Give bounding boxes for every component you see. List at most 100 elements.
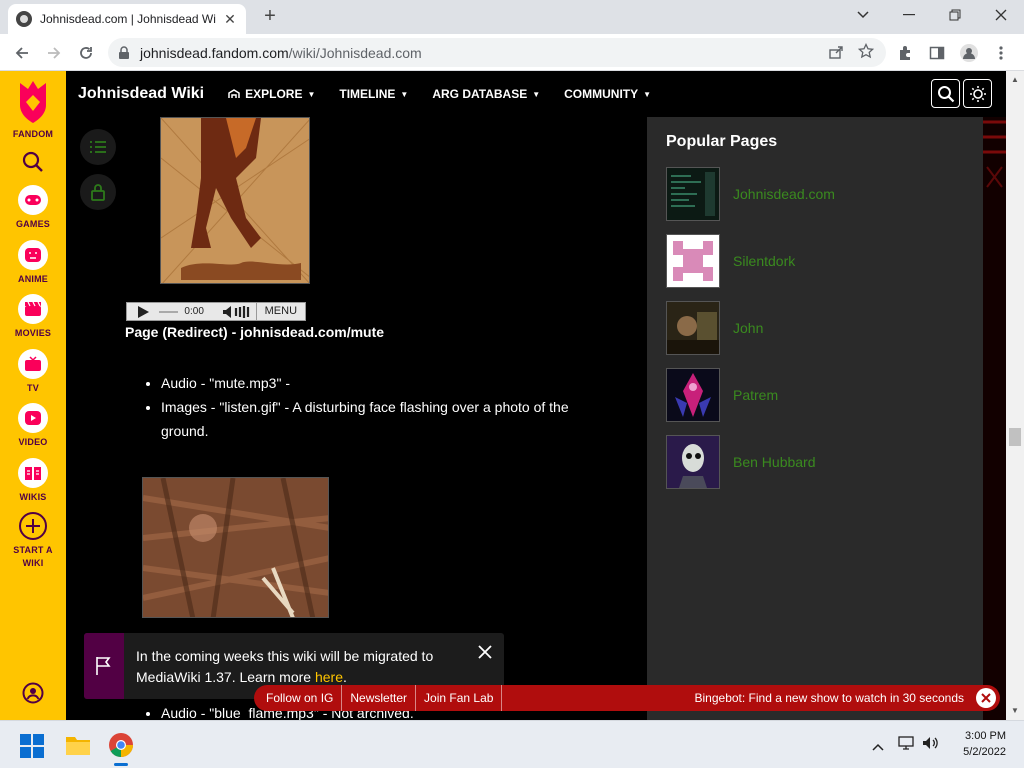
wiki-header: Johnisdead Wiki EXPLORE ▼ TIMELINE ▼ ARG…: [66, 71, 1006, 117]
player-progress[interactable]: [158, 310, 179, 313]
sidebar-item-label: GAMES: [15, 219, 50, 229]
sidebar-item-video[interactable]: VIDEO: [0, 403, 66, 447]
windows-start-icon[interactable]: [20, 734, 44, 763]
reload-icon[interactable]: [74, 41, 98, 65]
forward-arrow-icon[interactable]: [42, 41, 66, 65]
scroll-up-arrow-icon[interactable]: ▲: [1011, 75, 1019, 84]
list-item: Audio - "mute.mp3" -: [161, 371, 611, 395]
bingebot-message[interactable]: Bingebot: Find a new show to watch in 30…: [695, 691, 965, 705]
popular-page-link[interactable]: Ben Hubbard: [733, 454, 816, 470]
popular-page-link[interactable]: Silentdork: [733, 253, 795, 269]
extensions-puzzle-icon[interactable]: [893, 41, 917, 65]
sidebar-item-movies[interactable]: MOVIES: [0, 294, 66, 338]
nav-explore[interactable]: EXPLORE ▼: [228, 87, 315, 101]
lock-icon: [91, 184, 105, 201]
explore-icon: [228, 89, 240, 99]
chevron-down-icon: ▼: [400, 89, 409, 99]
popular-page-link[interactable]: John: [733, 320, 763, 336]
back-arrow-icon[interactable]: [10, 41, 34, 65]
lock-page-button[interactable]: [80, 174, 116, 210]
follow-ig-link[interactable]: Follow on IG: [254, 685, 343, 711]
user-account-button[interactable]: [0, 682, 66, 706]
network-icon[interactable]: [898, 736, 916, 755]
table-of-contents-button[interactable]: [80, 129, 116, 165]
close-icon[interactable]: [478, 645, 492, 664]
minimize-icon[interactable]: [886, 0, 932, 30]
popular-page-thumbnail: [666, 435, 720, 489]
play-icon: [18, 403, 48, 433]
close-icon[interactable]: [976, 688, 996, 708]
chevron-down-icon: ▼: [643, 89, 652, 99]
sidebar-item-start-a-wiki[interactable]: START A WIKI: [0, 511, 66, 570]
profile-avatar-icon[interactable]: [957, 41, 981, 65]
search-button[interactable]: [0, 151, 66, 175]
sidebar-item-label: MOVIES: [14, 328, 52, 338]
tab-close-icon[interactable]: ✕: [222, 11, 238, 28]
tab-search-icon[interactable]: [840, 0, 886, 30]
sidebar-item-label: WIKIS: [19, 492, 47, 502]
side-panel-icon[interactable]: [925, 41, 949, 65]
player-time: 0:00: [184, 306, 204, 317]
page-scrollbar[interactable]: ▲ ▼: [1006, 71, 1024, 720]
audio-player[interactable]: 0:00 MENU: [126, 302, 306, 321]
browser-tab-bar: Johnisdead.com | Johnisdead Wi ✕ +: [0, 0, 1024, 34]
restore-icon[interactable]: [932, 0, 978, 30]
chevron-up-icon[interactable]: [872, 738, 884, 756]
theme-toggle-button[interactable]: [963, 79, 992, 108]
sidebar-item-wikis[interactable]: WIKIS: [0, 458, 66, 502]
newsletter-link[interactable]: Newsletter: [342, 685, 417, 711]
bookmark-star-icon[interactable]: [857, 42, 875, 62]
volume-icon[interactable]: [222, 305, 256, 319]
clock-time[interactable]: 3:00 PM: [958, 730, 1006, 742]
nav-community[interactable]: COMMUNITY ▼: [564, 87, 651, 101]
popular-page-item[interactable]: Ben Hubbard: [666, 435, 816, 489]
sidebar-item-tv[interactable]: TV: [0, 349, 66, 393]
popular-page-thumbnail: [666, 234, 720, 288]
address-bar[interactable]: johnisdead.fandom.com/wiki/Johnisdead.co…: [108, 38, 886, 67]
scroll-down-arrow-icon[interactable]: ▼: [1011, 706, 1019, 715]
user-icon: [22, 682, 44, 704]
popular-pages-title: Popular Pages: [666, 133, 778, 150]
article-content: 0:00 MENU Page (Redirect) - johnisdead.c…: [66, 117, 647, 720]
tv-icon: [18, 349, 48, 379]
page-heading: Page (Redirect) - johnisdead.com/mute: [125, 324, 385, 340]
book-icon: [18, 458, 48, 488]
chrome-icon[interactable]: [108, 732, 134, 766]
notice-period: .: [343, 669, 347, 685]
clock-date[interactable]: 5/2/2022: [952, 746, 1006, 758]
chrome-menu-icon[interactable]: [989, 41, 1013, 65]
notice-learn-more-link[interactable]: here: [315, 669, 343, 685]
scrollbar-thumb[interactable]: [1009, 428, 1021, 446]
new-tab-button[interactable]: +: [258, 5, 282, 29]
fan-lab-link[interactable]: Join Fan Lab: [416, 685, 503, 711]
popular-page-link[interactable]: Patrem: [733, 387, 778, 403]
sidebar-item-anime[interactable]: ANIME: [0, 240, 66, 284]
plus-icon: [18, 511, 48, 541]
file-explorer-icon[interactable]: [65, 734, 91, 761]
wiki-search-button[interactable]: [931, 79, 960, 108]
flag-icon: [84, 633, 124, 699]
volume-icon[interactable]: [922, 736, 940, 755]
popular-page-item[interactable]: John: [666, 301, 763, 355]
wiki-name[interactable]: Johnisdead Wiki: [78, 85, 204, 103]
sun-icon: [969, 85, 986, 102]
browser-toolbar: johnisdead.fandom.com/wiki/Johnisdead.co…: [0, 34, 1024, 71]
chevron-down-icon: ▼: [307, 89, 316, 99]
share-icon[interactable]: [828, 44, 844, 63]
search-icon: [22, 151, 43, 172]
player-menu-button[interactable]: MENU: [255, 302, 305, 321]
popular-page-link[interactable]: Johnisdead.com: [733, 186, 835, 202]
close-window-icon[interactable]: [978, 0, 1024, 30]
popular-page-item[interactable]: Johnisdead.com: [666, 167, 835, 221]
sidebar-item-games[interactable]: GAMES: [0, 185, 66, 229]
popular-page-item[interactable]: Patrem: [666, 368, 778, 422]
sidebar-item-label: START A WIKI: [13, 545, 53, 568]
fandom-logo[interactable]: FANDOM: [0, 79, 66, 139]
fandom-heart-logo-icon: [20, 81, 46, 123]
tab-title: Johnisdead.com | Johnisdead Wi: [40, 12, 216, 26]
nav-arg-database[interactable]: ARG DATABASE ▼: [432, 87, 540, 101]
browser-tab[interactable]: Johnisdead.com | Johnisdead Wi ✕: [8, 4, 246, 34]
nav-timeline[interactable]: TIMELINE ▼: [339, 87, 408, 101]
play-icon[interactable]: [127, 305, 159, 318]
popular-page-item[interactable]: Silentdork: [666, 234, 795, 288]
